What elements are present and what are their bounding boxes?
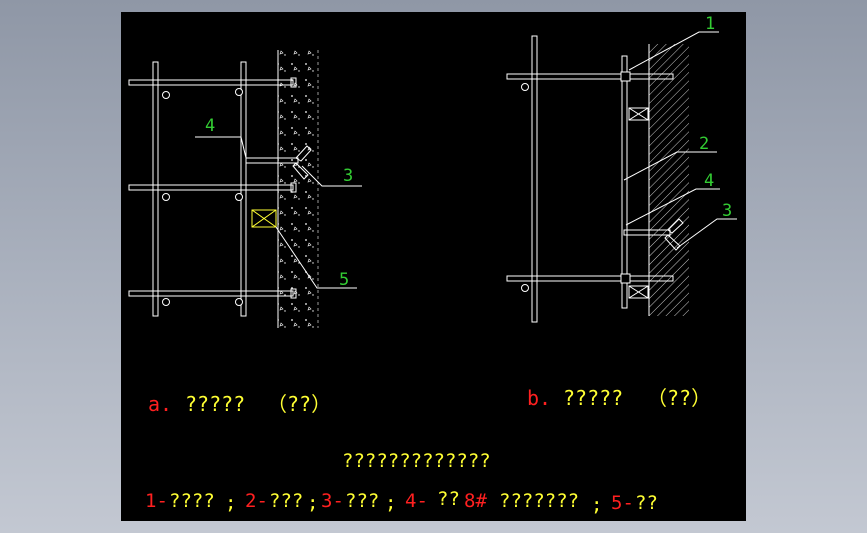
legend-2-id: 2- xyxy=(245,490,268,512)
legend-3-sep: ; xyxy=(385,492,396,514)
legend-3-text: ??? xyxy=(345,490,379,512)
callout-a-4: 4 xyxy=(205,116,215,136)
caption-b-prefix: b. xyxy=(527,386,551,410)
legend-1-sep: ; xyxy=(225,492,236,514)
drawing-canvas: 4 3 5 1 2 4 3 a. ????? （??） b. ????? （??… xyxy=(121,12,746,521)
callout-b-3: 3 xyxy=(722,201,732,221)
ledgers-a xyxy=(128,79,294,297)
figure-b: 1 2 4 3 xyxy=(506,14,737,323)
legend-3-id: 3- xyxy=(321,490,344,512)
clamps-a xyxy=(162,88,243,306)
cad-drawing: 4 3 5 1 2 4 3 a. ????? （??） b. ????? （??… xyxy=(128,14,737,516)
figure-a: 4 3 5 xyxy=(128,50,362,328)
anchor-block-a xyxy=(251,209,277,228)
legend-5-id: 5- xyxy=(611,492,634,514)
legend-4-id: 4- xyxy=(405,490,428,512)
poles-a xyxy=(152,61,247,317)
callout-a-5: 5 xyxy=(339,270,349,290)
legend-2-text: ??? xyxy=(269,490,303,512)
legend-1-text: ???? xyxy=(169,490,215,512)
callout-b-4: 4 xyxy=(704,171,714,191)
wall-b xyxy=(649,44,689,316)
legend-4-text: ?? xyxy=(437,488,460,510)
anchor-blocks-b xyxy=(628,107,649,299)
wall-a xyxy=(278,50,318,328)
caption-b-paren: （??） xyxy=(647,386,711,410)
callout-b-2: 2 xyxy=(699,134,709,154)
legend-2-sep: ; xyxy=(307,492,318,514)
caption-a-prefix: a. xyxy=(148,392,172,416)
legend-4-sep: ; xyxy=(591,494,602,516)
legend-1-id: 1- xyxy=(145,490,168,512)
drawing-title: ????????????? xyxy=(342,450,491,472)
legend-4-spec: 8# xyxy=(464,490,487,512)
caption-a-paren: （??） xyxy=(267,392,331,416)
callout-a-3: 3 xyxy=(343,166,353,186)
caption-b: b. ????? （??） xyxy=(527,386,711,410)
caption-b-text: ????? xyxy=(563,386,623,410)
callout-b-1: 1 xyxy=(705,14,715,34)
caption-a-text: ????? xyxy=(185,392,245,416)
legend-5-text: ?? xyxy=(635,492,658,514)
caption-a: a. ????? （??） xyxy=(148,392,331,416)
legend: 1- ???? ; 2- ??? ; 3- ??? ; 4- ?? 8# ???… xyxy=(145,488,658,516)
legend-4-text2: ??????? xyxy=(499,490,579,512)
